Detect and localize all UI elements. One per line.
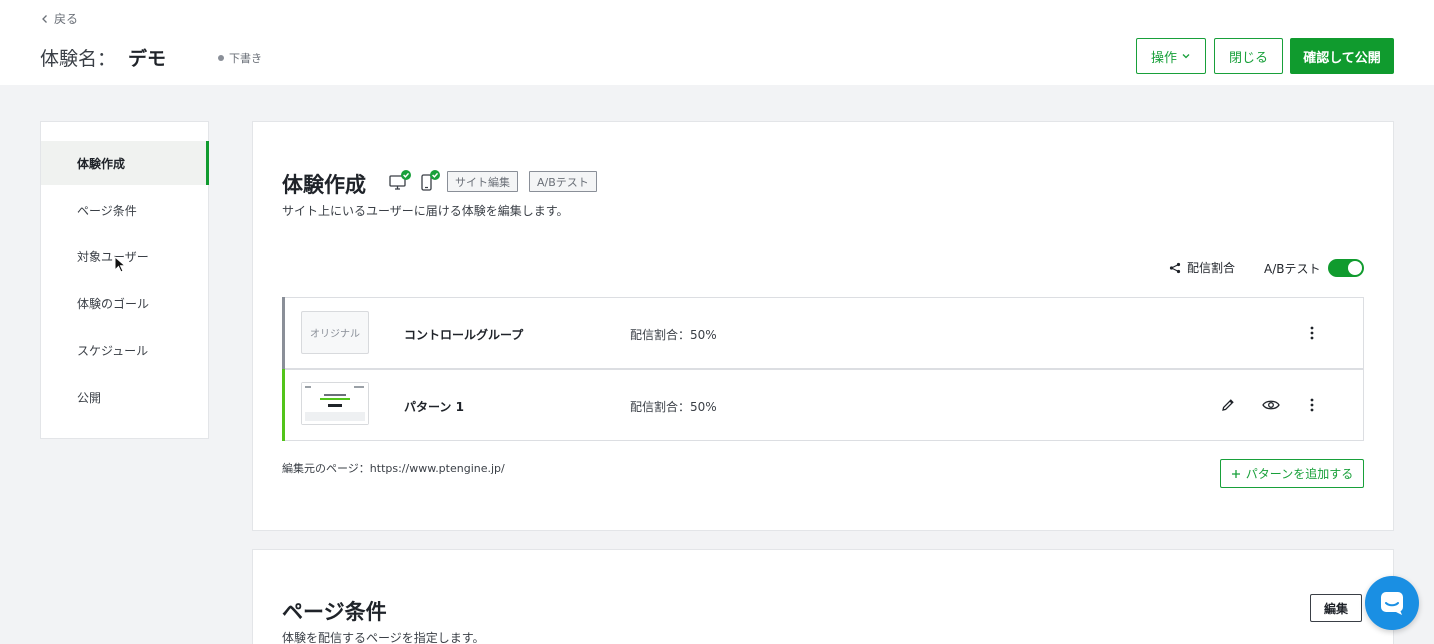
- page-header: 戻る 体験名： デモ 下書き 操作 閉じる 確認して公開: [0, 0, 1434, 85]
- title-row: 体験名： デモ 下書き: [40, 44, 262, 71]
- tag-ab-test: A/Bテスト: [529, 171, 597, 192]
- sidebar-item-experience[interactable]: 体験作成: [41, 141, 209, 185]
- chat-launcher-button[interactable]: [1365, 576, 1419, 630]
- sidebar-item-schedule[interactable]: スケジュール: [41, 328, 208, 372]
- variant-ratio: 配信割合：50%: [630, 400, 717, 414]
- more-vertical-icon[interactable]: [1303, 396, 1321, 414]
- sidebar-nav: 体験作成 ページ条件 対象ユーザー 体験のゴール スケジュール 公開: [40, 121, 209, 439]
- chevron-left-icon: [42, 14, 47, 23]
- sidebar-item-publish[interactable]: 公開: [41, 375, 208, 419]
- variant-thumbnail: オリジナル: [301, 311, 369, 354]
- status-label: 下書き: [229, 51, 263, 65]
- variant-accent-bar: [282, 369, 285, 441]
- variant-thumbnail: [301, 382, 369, 425]
- page-conditions-edit-button[interactable]: 編集: [1310, 594, 1362, 622]
- operations-label: 操作: [1150, 50, 1177, 66]
- experience-name[interactable]: デモ: [128, 44, 166, 71]
- variant-row-pattern-1[interactable]: パターン 1 配信割合：50%: [282, 369, 1364, 441]
- chevron-down-icon: [1182, 54, 1190, 59]
- ab-test-toggle[interactable]: [1328, 259, 1364, 277]
- experience-card: 体験作成 サイト編集 A/Bテスト サイト上にいるユーザーに届ける体験を編集しま…: [252, 121, 1394, 531]
- back-label: 戻る: [54, 12, 79, 26]
- distribution-ratio-link[interactable]: 配信割合: [1169, 259, 1235, 276]
- toggle-knob: [1348, 261, 1362, 275]
- variant-row-control[interactable]: オリジナル コントロールグループ 配信割合：50%: [282, 297, 1364, 369]
- close-button[interactable]: 閉じる: [1214, 38, 1283, 74]
- ab-test-toggle-label: A/Bテスト: [1264, 262, 1321, 276]
- distribution-ratio-label: 配信割合: [1187, 261, 1236, 275]
- add-pattern-button[interactable]: パターンを追加する: [1220, 459, 1364, 488]
- publish-button[interactable]: 確認して公開: [1290, 38, 1394, 74]
- experience-name-label: 体験名：: [40, 48, 117, 70]
- add-pattern-label: パターンを追加する: [1245, 467, 1354, 481]
- status-badge: 下書き: [218, 50, 262, 66]
- variant-accent-bar: [282, 297, 285, 369]
- share-icon: [1169, 262, 1181, 273]
- sidebar-item-page-conditions[interactable]: ページ条件: [41, 188, 208, 232]
- variant-name: パターン 1: [404, 400, 464, 414]
- more-vertical-icon[interactable]: [1303, 324, 1321, 342]
- mobile-check-icon: [421, 170, 440, 191]
- preview-eye-icon[interactable]: [1262, 396, 1280, 414]
- mouse-cursor-icon: [114, 256, 126, 273]
- sidebar-item-goals[interactable]: 体験のゴール: [41, 281, 208, 325]
- source-page-url: 編集元のページ：https://www.ptengine.jp/: [282, 462, 505, 475]
- page-conditions-title: ページ条件: [282, 600, 387, 624]
- desktop-check-icon: [389, 170, 411, 190]
- back-link[interactable]: 戻る: [40, 10, 78, 27]
- variant-ratio: 配信割合：50%: [630, 328, 717, 342]
- status-dot-icon: [218, 54, 225, 61]
- page-preview-icon: [302, 383, 368, 424]
- experience-section-title: 体験作成: [282, 173, 366, 197]
- experience-section-subtitle: サイト上にいるユーザーに届ける体験を編集します。: [282, 204, 569, 218]
- page-conditions-card: ページ条件 体験を配信するページを指定します。 編集: [252, 549, 1394, 644]
- plus-icon: [1231, 469, 1240, 478]
- variant-name: コントロールグループ: [404, 328, 524, 342]
- page-conditions-subtitle: 体験を配信するページを指定します。: [282, 631, 485, 644]
- edit-pencil-icon[interactable]: [1219, 396, 1237, 414]
- operations-button[interactable]: 操作: [1136, 38, 1206, 74]
- tag-site-edit: サイト編集: [447, 171, 518, 192]
- chat-icon: [1381, 592, 1403, 615]
